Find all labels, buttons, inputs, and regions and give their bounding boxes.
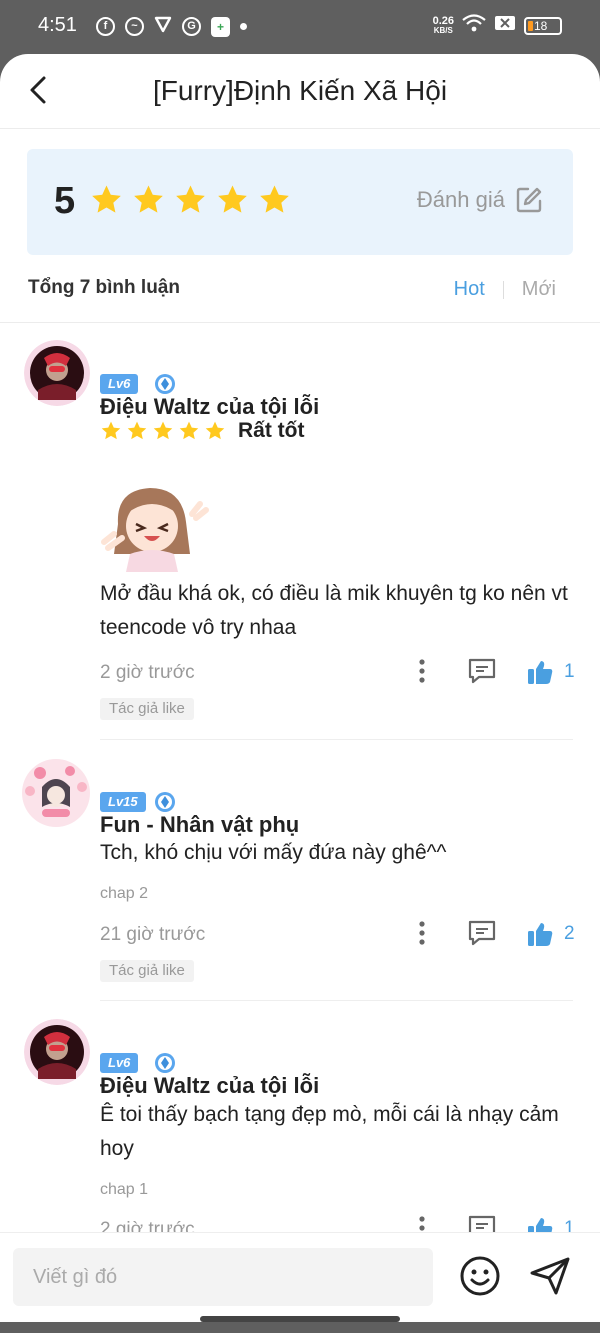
commenter-name[interactable]: Điệu Waltz của tội lỗi: [100, 1073, 319, 1099]
comment-composer: [0, 1232, 600, 1322]
like-count: 2: [564, 923, 575, 944]
sticker-image: [101, 488, 209, 572]
star-icon: [134, 185, 163, 213]
like-button[interactable]: 2: [526, 919, 575, 949]
more-options-icon[interactable]: [415, 658, 429, 684]
comments-total: Tổng 7 bình luận: [28, 277, 180, 298]
rating-card: 5 Đánh giá: [27, 149, 573, 255]
network-speed-unit: KB/S: [433, 25, 453, 35]
comment-rating: Rất tốt: [100, 419, 305, 443]
rate-button-label: Đánh giá: [416, 187, 505, 212]
comment-text: Tch, khó chịu với mấy đứa này ghê^^: [100, 841, 447, 864]
rating-stars: [89, 183, 292, 217]
system-icons: 0.26 KB/S 18: [433, 14, 562, 37]
thumbs-up-icon: [528, 923, 553, 946]
reply-icon[interactable]: [467, 657, 497, 685]
comment-input[interactable]: [13, 1248, 433, 1306]
status-bar: 4:51 f ~ G + 0.26 KB/S 18: [0, 0, 600, 54]
messenger-icon: ~: [125, 17, 144, 36]
comment-chapter[interactable]: chap 2: [100, 885, 148, 903]
notification-icons: f ~ G +: [96, 15, 247, 38]
page-title: [Furry]Định Kiến Xã Hội: [152, 75, 448, 106]
rank-badge-icon: [155, 1053, 175, 1073]
level-badge: Lv6: [100, 1053, 139, 1073]
avatar[interactable]: [24, 340, 90, 406]
author-liked-tag: Tác giả like: [100, 960, 194, 982]
emoji-icon[interactable]: [459, 1255, 501, 1297]
wifi-icon: [462, 14, 486, 37]
star-icon: [218, 185, 247, 213]
divider: [0, 322, 600, 323]
star-icon: [260, 185, 289, 213]
comment-rating-label: Rất tốt: [238, 419, 305, 442]
avatar[interactable]: [20, 757, 92, 829]
network-speed-value: 0.26: [432, 14, 454, 27]
like-button[interactable]: 1: [526, 657, 575, 687]
send-icon[interactable]: [528, 1255, 572, 1297]
commenter-name[interactable]: Điệu Waltz của tội lỗi: [100, 394, 319, 420]
divider: [100, 1000, 573, 1001]
rate-button[interactable]: Đánh giá: [417, 186, 543, 214]
shield-outline-icon: [154, 15, 172, 38]
star-icon: [101, 421, 121, 440]
thumbs-up-icon: [528, 661, 553, 684]
rank-badge-icon: [155, 792, 175, 812]
sort-tab-new[interactable]: Mới: [522, 278, 556, 301]
home-indicator[interactable]: [200, 1316, 400, 1322]
comments-sheet: [Furry]Định Kiến Xã Hội 5 Đánh giá Tổng …: [0, 54, 600, 1322]
reply-icon[interactable]: [467, 919, 497, 947]
rating-score: 5: [54, 180, 76, 222]
level-badge: Lv15: [100, 792, 146, 812]
commenter-name[interactable]: Fun - Nhân vật phụ: [100, 812, 299, 838]
level-badge: Lv6: [100, 374, 139, 394]
facebook-icon: f: [96, 17, 115, 36]
comment-chapter[interactable]: chap 1: [100, 1181, 148, 1199]
rank-badge-icon: [155, 374, 175, 394]
more-options-icon[interactable]: [415, 920, 429, 946]
edit-icon: [516, 187, 542, 213]
sort-divider: [502, 280, 504, 299]
avatar[interactable]: [24, 1019, 90, 1085]
comment-text: Ê toi thấy bạch tạng đẹp mò, mỗi cái là …: [100, 1103, 559, 1160]
like-count: 1: [564, 661, 575, 682]
sort-tabs: Hot Mới: [454, 278, 556, 301]
star-icon: [92, 185, 121, 213]
star-icon: [153, 421, 173, 440]
no-sim-icon: [494, 14, 516, 37]
comment-time: 21 giờ trước: [100, 924, 206, 945]
status-time: 4:51: [38, 14, 77, 36]
star-icon: [176, 185, 205, 213]
divider: [100, 739, 573, 740]
sort-tab-hot[interactable]: Hot: [454, 278, 485, 301]
star-icon: [179, 421, 199, 440]
network-speed: 0.26 KB/S: [432, 14, 454, 36]
star-icon: [205, 421, 225, 440]
vpn-shield-icon: +: [211, 16, 230, 37]
more-notifications-dot-icon: [240, 23, 247, 30]
header: [Furry]Định Kiến Xã Hội: [0, 54, 600, 129]
star-icon: [127, 421, 147, 440]
comment-text: Mở đầu khá ok, có điều là mik khuyên tg …: [100, 582, 568, 639]
author-liked-tag: Tác giả like: [100, 698, 194, 720]
comment-time: 2 giờ trước: [100, 662, 195, 683]
battery-icon: 18: [524, 16, 562, 35]
google-icon: G: [182, 17, 201, 36]
